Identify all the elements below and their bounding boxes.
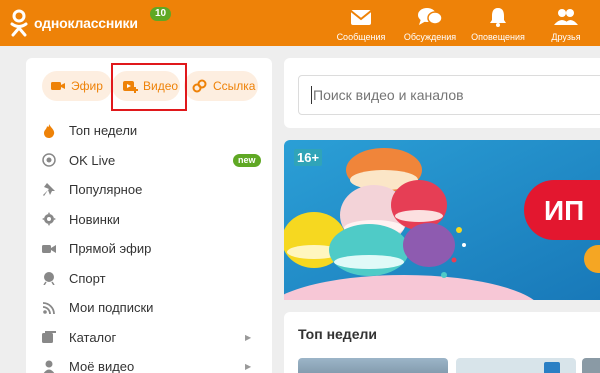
sidebar-item-label: Прямой эфир (69, 241, 152, 257)
pill-label: Ссылка (213, 79, 256, 93)
nav-label: Друзья (551, 32, 581, 42)
macaron-purple (403, 223, 455, 267)
search-input[interactable] (313, 87, 600, 103)
nav-label: Обсуждения (403, 32, 457, 42)
sidebar-item-popular[interactable]: Популярное (26, 175, 272, 205)
macaron-teal (329, 224, 409, 276)
sidebar-item-subscriptions[interactable]: Мои подписки (26, 293, 272, 323)
add-link-button[interactable]: Ссылка (184, 71, 258, 101)
rss-icon (42, 301, 56, 315)
sidebar-menu: Топ недели OK Live new Популярное Новинк… (26, 116, 272, 373)
pin-icon (42, 182, 56, 197)
video-thumbnail[interactable] (298, 358, 448, 373)
video-thumbnail[interactable] (456, 358, 576, 373)
live-icon (42, 153, 56, 167)
chat-bubbles-icon (418, 6, 442, 28)
promo-banner[interactable]: ИП 16+ (284, 140, 600, 300)
people-icon (554, 6, 578, 28)
sidebar-item-label: Каталог (69, 329, 117, 345)
svg-text:ИП: ИП (544, 195, 584, 226)
thumbnail-logo (544, 362, 560, 373)
sidebar-item-label: Мои подписки (69, 300, 154, 316)
catalog-icon (42, 330, 56, 344)
chevron-right-icon: ▶ (245, 332, 252, 342)
nav-label: Сообщения (336, 32, 386, 42)
pill-label: Эфир (71, 79, 103, 93)
pill-label: Видео (143, 79, 179, 93)
sidebar-item-catalog[interactable]: Каталог ▶ (26, 323, 272, 353)
person-icon (42, 360, 56, 373)
sidebar-item-sport[interactable]: Спорт (26, 264, 272, 294)
nav-label: Оповещения (471, 32, 525, 42)
age-rating-badge: 16+ (294, 149, 323, 166)
sidebar-item-ok-live[interactable]: OK Live new (26, 146, 272, 176)
sidebar-item-label: Топ недели (69, 123, 138, 139)
brand-name: одноклассники (34, 15, 138, 31)
sidebar-item-top-week[interactable]: Топ недели (26, 116, 272, 146)
nav-messages[interactable]: Сообщения (329, 6, 393, 42)
chevron-right-icon: ▶ (245, 362, 252, 372)
section-title: Топ недели (298, 326, 377, 342)
link-plus-icon (192, 79, 207, 93)
sidebar-item-my-video[interactable]: Моё видео ▶ (26, 352, 272, 373)
live-stream-button[interactable]: Эфир (42, 71, 112, 101)
nav-friends[interactable]: Друзья (534, 6, 598, 42)
macaron-red (391, 180, 447, 230)
bell-icon (486, 6, 510, 28)
sidebar-item-label: Спорт (69, 270, 106, 286)
camera-icon (42, 242, 56, 256)
macarons-illustration: ИП (284, 140, 600, 300)
top-week-section: Топ недели (284, 312, 600, 373)
upload-video-button[interactable]: Видео (112, 71, 180, 101)
text-caret (311, 86, 312, 104)
ok-logo[interactable]: одноклассники (10, 9, 138, 37)
video-plus-icon (123, 81, 138, 93)
envelope-icon (349, 6, 373, 28)
nav-notifications[interactable]: Оповещения (466, 6, 530, 42)
notification-count-badge: 10 (149, 6, 173, 22)
sidebar-item-label: Моё видео (69, 359, 135, 373)
search-card (284, 58, 600, 128)
sidebar-item-label: OK Live (69, 152, 116, 168)
flame-icon (42, 123, 56, 138)
top-header: одноклассники 10 Сообщения Обсуждения Оп… (0, 0, 600, 46)
new-badge: new (233, 153, 261, 167)
sidebar-item-label: Популярное (69, 182, 143, 198)
sidebar-item-live-stream[interactable]: Прямой эфир (26, 234, 272, 264)
video-sidebar: Эфир Видео Ссылка Топ недели OK Live new… (26, 58, 272, 373)
camera-plus-icon (51, 82, 65, 90)
search-box[interactable] (298, 75, 600, 115)
nav-discussions[interactable]: Обсуждения (398, 6, 462, 42)
video-thumbnail[interactable] (582, 358, 600, 373)
gear-badge-icon (42, 212, 56, 227)
ball-icon (42, 271, 56, 286)
sidebar-item-new[interactable]: Новинки (26, 205, 272, 235)
sidebar-item-label: Новинки (69, 211, 120, 227)
ok-logo-icon (10, 9, 28, 37)
